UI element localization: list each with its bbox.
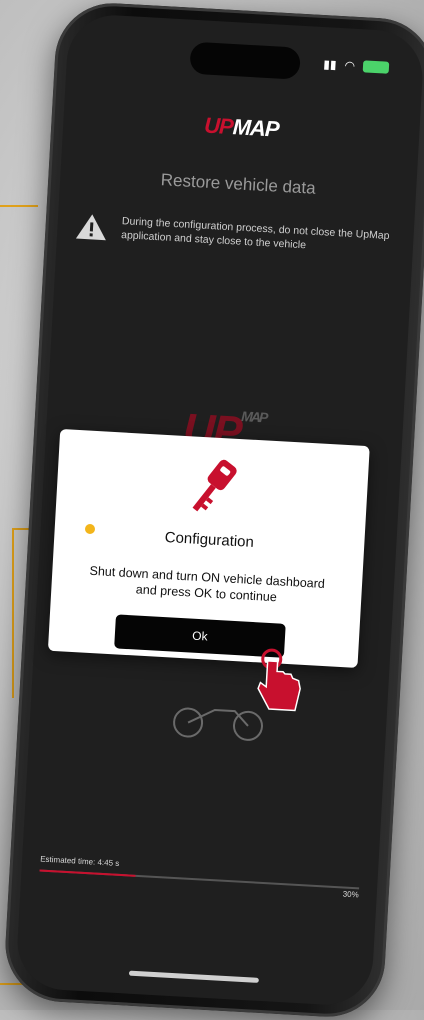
callout-dot	[83, 522, 97, 536]
pointing-hand-icon	[257, 648, 301, 712]
logo-map-text: MAP	[232, 114, 280, 142]
phone-mockup: ▮▮ ◠ UPMAP Restore vehicle data During t…	[2, 0, 424, 1020]
key-icon	[192, 459, 237, 512]
progress-fill	[39, 869, 136, 877]
progress-label: Estimated time: 4:45 s	[39, 854, 120, 868]
dialog-title: Configuration	[164, 528, 255, 551]
home-indicator	[128, 970, 259, 983]
callout-line-top	[0, 205, 38, 207]
progress-section: Estimated time: 4:45 s 30%	[39, 854, 360, 899]
battery-icon	[362, 60, 390, 74]
app-logo: UPMAP	[63, 105, 420, 151]
progress-percent: 30%	[342, 889, 359, 900]
status-bar: ▮▮ ◠	[322, 57, 390, 75]
warning-text: During the configuration process, do not…	[120, 215, 390, 252]
signal-icon: ▮▮	[322, 57, 337, 72]
bg-logo-map: MAP	[240, 408, 267, 426]
warning-notice: During the configuration process, do not…	[75, 212, 396, 258]
callout-line-dialog-vertical	[12, 528, 14, 698]
logo-up-text: UP	[203, 112, 234, 140]
dialog-message: Shut down and turn ON vehicle dashboard …	[63, 561, 350, 609]
configuration-dialog: Configuration Shut down and turn ON vehi…	[47, 428, 370, 668]
page-title: Restore vehicle data	[160, 170, 317, 198]
wifi-icon: ◠	[344, 58, 356, 73]
dynamic-island	[189, 41, 301, 80]
warning-icon	[75, 214, 106, 241]
